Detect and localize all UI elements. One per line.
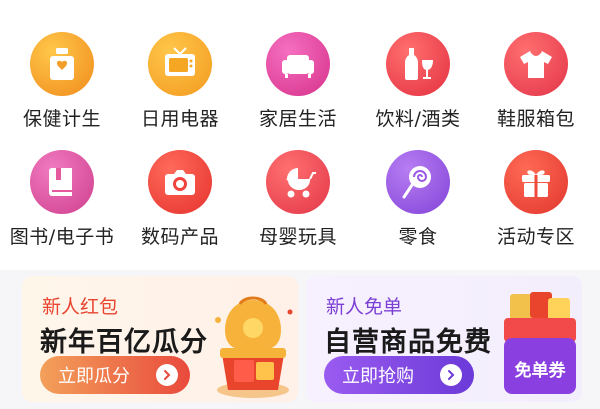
category-snacks[interactable]: 零食 <box>358 146 478 256</box>
category-panel: 保健计生 日用电器 家居生活 饮料/酒类 鞋服箱包 图书/电子书 数码产品 母婴… <box>0 0 600 270</box>
banner-subtitle: 新人免单 <box>326 296 403 318</box>
camera-icon <box>148 150 212 214</box>
category-health[interactable]: 保健计生 <box>2 28 122 138</box>
category-home[interactable]: 家居生活 <box>238 28 358 138</box>
arrow-right-icon <box>156 364 178 386</box>
category-label: 保健计生 <box>22 108 101 130</box>
category-row-1: 保健计生 日用电器 家居生活 饮料/酒类 鞋服箱包 <box>0 28 600 146</box>
lollipop-icon <box>386 150 450 214</box>
book-icon <box>30 150 94 214</box>
coupon-label: 免单券 <box>514 361 566 381</box>
buy-now-button[interactable]: 立即抢购 <box>324 356 474 394</box>
category-books[interactable]: 图书/电子书 <box>2 146 122 256</box>
category-label: 饮料/酒类 <box>375 108 461 130</box>
category-label: 母婴玩具 <box>258 226 337 248</box>
category-label: 家居生活 <box>258 108 337 130</box>
banner-subtitle: 新人红包 <box>42 296 119 318</box>
tshirt-icon <box>504 32 568 96</box>
red-envelope-gift-icon <box>215 296 293 398</box>
category-drinks[interactable]: 饮料/酒类 <box>358 28 478 138</box>
banner-title: 新年百亿瓜分 <box>40 327 208 358</box>
promo-banners: 新人红包 新年百亿瓜分 立即瓜分 新人免单 自营商品免费 立即抢购 免单券 <box>22 276 582 409</box>
category-row-2: 图书/电子书 数码产品 母婴玩具 零食 活动专区 <box>0 146 600 264</box>
category-label: 数码产品 <box>140 226 219 248</box>
category-label: 日用电器 <box>140 108 219 130</box>
button-label: 立即抢购 <box>342 366 414 387</box>
baby-stroller-icon <box>266 150 330 214</box>
sofa-icon <box>266 32 330 96</box>
claim-now-button[interactable]: 立即瓜分 <box>40 356 190 394</box>
category-grid: 保健计生 日用电器 家居生活 饮料/酒类 鞋服箱包 图书/电子书 数码产品 母婴… <box>0 28 600 264</box>
health-bottle-icon <box>30 32 94 96</box>
category-baby[interactable]: 母婴玩具 <box>238 146 358 256</box>
category-clothing[interactable]: 鞋服箱包 <box>476 28 596 138</box>
category-events[interactable]: 活动专区 <box>476 146 596 256</box>
new-user-red-packet-banner[interactable]: 新人红包 新年百亿瓜分 立即瓜分 <box>22 276 298 402</box>
gift-icon <box>504 150 568 214</box>
banner-title: 自营商品免费 <box>324 327 492 358</box>
wine-icon <box>386 32 450 96</box>
category-digital[interactable]: 数码产品 <box>120 146 240 256</box>
new-user-free-order-banner[interactable]: 新人免单 自营商品免费 立即抢购 免单券 <box>306 276 582 402</box>
category-appliances[interactable]: 日用电器 <box>120 28 240 138</box>
tv-icon <box>148 32 212 96</box>
category-label: 零食 <box>398 226 438 248</box>
button-label: 立即瓜分 <box>58 366 130 387</box>
free-order-coupon-icon: 免单券 <box>502 292 578 396</box>
category-label: 鞋服箱包 <box>496 108 575 130</box>
category-label: 图书/电子书 <box>9 226 115 248</box>
category-label: 活动专区 <box>496 226 575 248</box>
arrow-right-icon <box>440 364 462 386</box>
